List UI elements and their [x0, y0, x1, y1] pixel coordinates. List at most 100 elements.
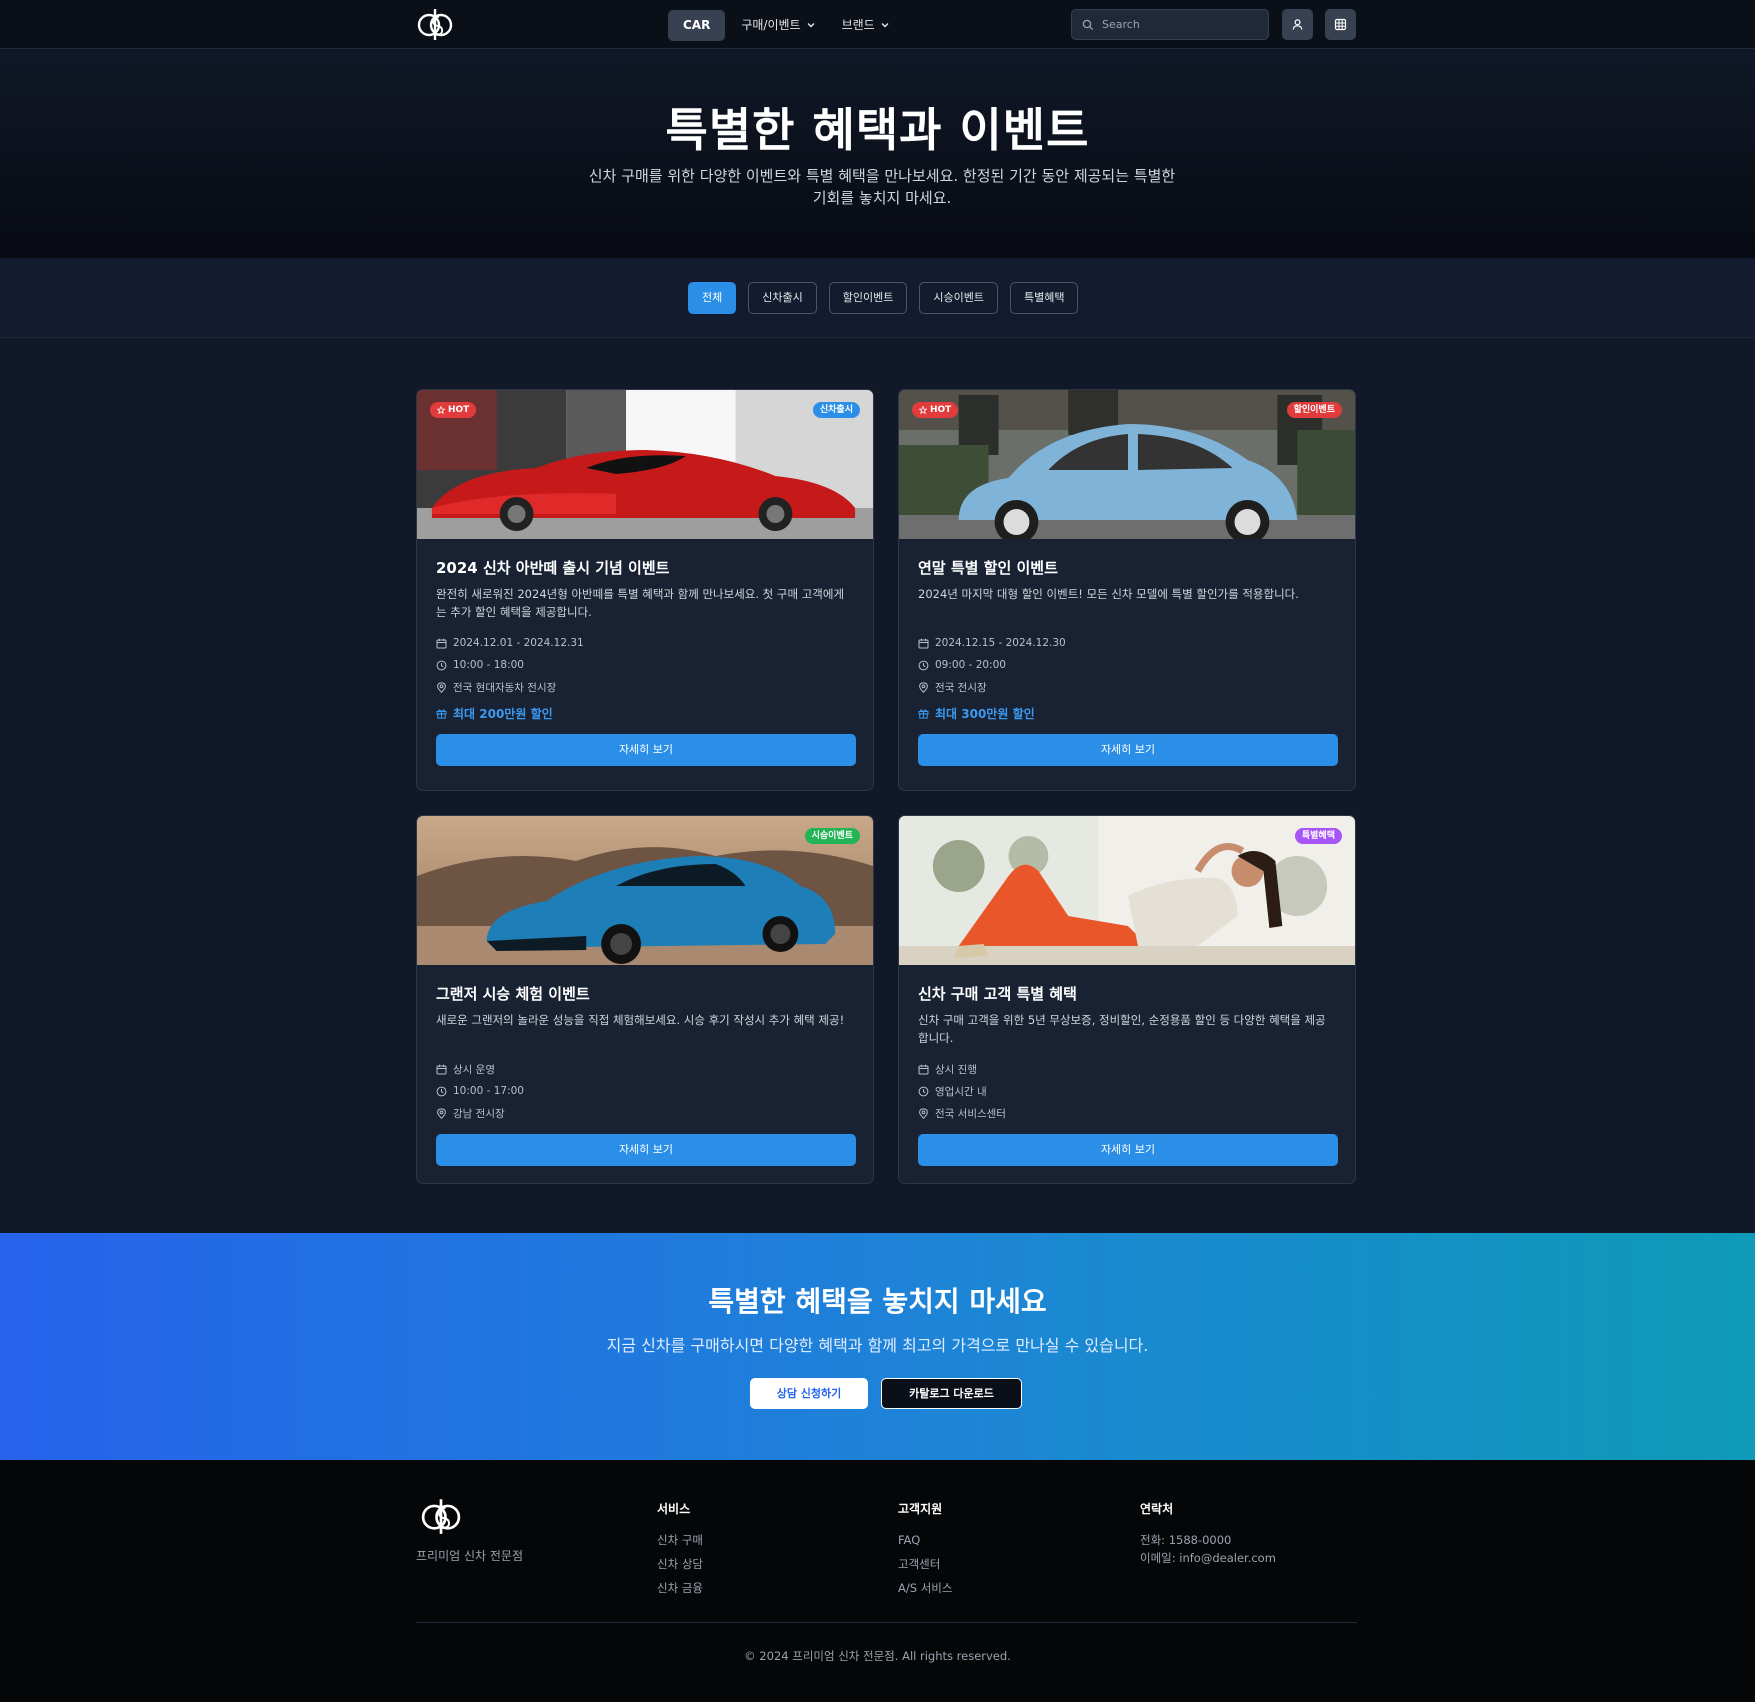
event-time-text: 영업시간 내 — [935, 1085, 987, 1098]
promo-title: 특별한 혜택을 놓치지 마세요 — [708, 1285, 1047, 1318]
chevron-down-icon — [881, 23, 889, 28]
promo-subtitle: 지금 신차를 구매하시면 다양한 혜택과 함께 최고의 가격으로 만나실 수 있… — [606, 1336, 1149, 1355]
view-details-button[interactable]: 자세히 보기 — [436, 1134, 856, 1166]
clock-icon — [918, 1086, 929, 1096]
nav-brand-link[interactable]: CAR — [668, 9, 726, 41]
filter-all[interactable]: 전체 — [688, 282, 737, 314]
page-subtitle: 신차 구매를 위한 다양한 이벤트와 특별 혜택을 만나보세요. 한정된 기간 … — [588, 167, 1176, 207]
event-time: 10:00 - 17:00 — [436, 1080, 854, 1102]
event-discount-text: 최대 200만원 할인 — [453, 706, 553, 721]
chevron-down-icon — [807, 23, 815, 28]
catalog-download-button[interactable]: 카탈로그 다운로드 — [881, 1378, 1022, 1409]
event-card: HOT 할인이벤트 연말 특별 할인 이벤트 2024년 마지막 대형 할인 이… — [898, 389, 1356, 791]
category-badge: 특별혜택 — [1294, 828, 1342, 844]
promo-banner: 특별한 혜택을 놓치지 마세요 지금 신차를 구매하시면 다양한 혜택과 함께 … — [0, 1233, 1755, 1460]
gift-icon — [436, 708, 447, 719]
event-card-image[interactable]: 시승이벤트 — [417, 816, 873, 965]
footer-copyright: © 2024 프리미엄 신차 전문점. All rights reserved. — [744, 1649, 1011, 1663]
filter-new-release[interactable]: 신차출시 — [748, 282, 817, 314]
page-title: 특별한 혜택과 이벤트 — [665, 103, 1090, 157]
event-date-text: 2024.12.01 - 2024.12.31 — [453, 637, 584, 649]
footer-phone: 전화: 1588-0000 — [1140, 1533, 1232, 1547]
search-input[interactable] — [1102, 18, 1252, 31]
event-time: 10:00 - 18:00 — [436, 654, 854, 676]
view-details-button[interactable]: 자세히 보기 — [918, 734, 1338, 766]
event-place-text: 전국 전시장 — [935, 681, 987, 694]
event-description: 완전히 새로워진 2024년형 아반떼를 특별 혜택과 함께 만나보세요. 첫 … — [436, 587, 845, 619]
event-title: 2024 신차 아반떼 출시 기념 이벤트 — [436, 559, 670, 577]
main-menu: CAR 구매/이벤트 브랜드 — [668, 9, 900, 41]
event-description: 2024년 마지막 대형 할인 이벤트! 모든 신차 모델에 특별 할인가를 적… — [918, 587, 1299, 601]
event-time-text: 10:00 - 17:00 — [453, 1085, 524, 1097]
top-navbar: CAR 구매/이벤트 브랜드 — [0, 0, 1755, 49]
fitness-woman-photo — [899, 816, 1355, 965]
view-details-button[interactable]: 자세히 보기 — [918, 1134, 1338, 1166]
gift-icon — [918, 708, 929, 719]
grid-icon — [1334, 18, 1347, 31]
event-place: 전국 현대자동차 전시장 — [436, 676, 854, 698]
view-details-button[interactable]: 자세히 보기 — [436, 734, 856, 766]
hot-badge-label: HOT — [448, 405, 470, 415]
footer-services-column: 서비스 신차 구매 신차 상담 신차 금융 — [657, 1500, 703, 1603]
footer-divider — [416, 1622, 1357, 1623]
event-place-text: 강남 전시장 — [453, 1107, 505, 1120]
menu-brands[interactable]: 브랜드 — [832, 10, 900, 41]
category-badge: 신차출시 — [812, 402, 860, 418]
event-description: 새로운 그랜저의 놀라운 성능을 직접 체험해보세요. 시승 후기 작성시 추가… — [436, 1013, 845, 1027]
filter-discount-event[interactable]: 할인이벤트 — [828, 282, 908, 314]
event-date: 상시 운영 — [436, 1058, 854, 1080]
hot-badge: HOT — [912, 402, 959, 418]
hero-section: 특별한 혜택과 이벤트 신차 구매를 위한 다양한 이벤트와 특별 혜택을 만나… — [0, 49, 1755, 258]
footer-support-column: 고객지원 FAQ 고객센터 A/S 서비스 — [898, 1500, 952, 1603]
event-date-text: 2024.12.15 - 2024.12.30 — [935, 637, 1066, 649]
event-place-text: 전국 서비스센터 — [935, 1107, 1006, 1120]
clock-icon — [436, 1086, 447, 1096]
event-card-image[interactable]: HOT 할인이벤트 — [899, 390, 1355, 539]
footer-link-new-car-finance[interactable]: 신차 금융 — [657, 1579, 703, 1603]
footer-link-new-car-purchase[interactable]: 신차 구매 — [657, 1531, 703, 1555]
user-icon — [1292, 19, 1303, 30]
apps-button[interactable] — [1325, 9, 1356, 40]
footer-link-faq[interactable]: FAQ — [898, 1531, 952, 1555]
event-place-text: 전국 현대자동차 전시장 — [453, 681, 557, 694]
menu-purchase-events-label: 구매/이벤트 — [741, 17, 801, 32]
site-footer: 프리미엄 신차 전문점 서비스 신차 구매 신차 상담 신차 금융 고객지원 F… — [0, 1460, 1755, 1702]
calendar-icon — [918, 1064, 929, 1074]
search-icon — [1082, 19, 1094, 30]
footer-column-title: 연락처 — [1140, 1502, 1174, 1516]
star-icon — [437, 406, 445, 414]
map-pin-icon — [437, 681, 446, 693]
footer-tagline: 프리미엄 신차 전문점 — [416, 1549, 523, 1563]
footer-column-title: 서비스 — [657, 1502, 691, 1516]
map-pin-icon — [437, 1107, 446, 1119]
logo-icon[interactable] — [419, 1497, 463, 1535]
event-card-image[interactable]: 특별혜택 — [899, 816, 1355, 965]
logo-icon[interactable] — [416, 7, 454, 41]
filter-test-drive[interactable]: 시승이벤트 — [919, 282, 998, 314]
footer-link-as-service[interactable]: A/S 서비스 — [898, 1579, 952, 1603]
clock-icon — [918, 660, 929, 670]
event-date-text: 상시 진행 — [935, 1063, 977, 1076]
category-filter-bar: 전체 신차출시 할인이벤트 시승이벤트 특별혜택 — [0, 258, 1755, 338]
event-time-text: 10:00 - 18:00 — [453, 659, 524, 671]
consultation-button[interactable]: 상담 신청하기 — [750, 1378, 868, 1409]
footer-contact-column: 연락처 전화: 1588-0000 이메일: info@dealer.com — [1140, 1500, 1276, 1567]
event-title: 신차 구매 고객 특별 혜택 — [918, 985, 1077, 1003]
filter-special-benefit[interactable]: 특별혜택 — [1009, 282, 1079, 314]
event-discount-text: 최대 300만원 할인 — [935, 706, 1035, 721]
footer-link-customer-center[interactable]: 고객센터 — [898, 1555, 952, 1579]
calendar-icon — [918, 638, 929, 648]
footer-link-new-car-consult[interactable]: 신차 상담 — [657, 1555, 703, 1579]
event-description: 신차 구매 고객을 위한 5년 무상보증, 정비할인, 순정용품 할인 등 다양… — [918, 1013, 1326, 1045]
event-card: HOT 신차출시 2024 신차 아반떼 출시 기념 이벤트 완전히 새로워진 … — [416, 389, 874, 791]
event-card-image[interactable]: HOT 신차출시 — [417, 390, 873, 539]
search-box — [1071, 9, 1269, 40]
event-time: 영업시간 내 — [918, 1080, 1336, 1102]
red-supercar-photo — [417, 390, 873, 539]
event-card: 시승이벤트 그랜저 시승 체험 이벤트 새로운 그랜저의 놀라운 성능을 직접 … — [416, 815, 874, 1184]
event-place: 전국 전시장 — [918, 676, 1336, 698]
menu-purchase-events[interactable]: 구매/이벤트 — [731, 10, 825, 41]
event-date-text: 상시 운영 — [453, 1063, 495, 1076]
account-button[interactable] — [1282, 9, 1313, 40]
menu-brands-label: 브랜드 — [841, 17, 875, 32]
